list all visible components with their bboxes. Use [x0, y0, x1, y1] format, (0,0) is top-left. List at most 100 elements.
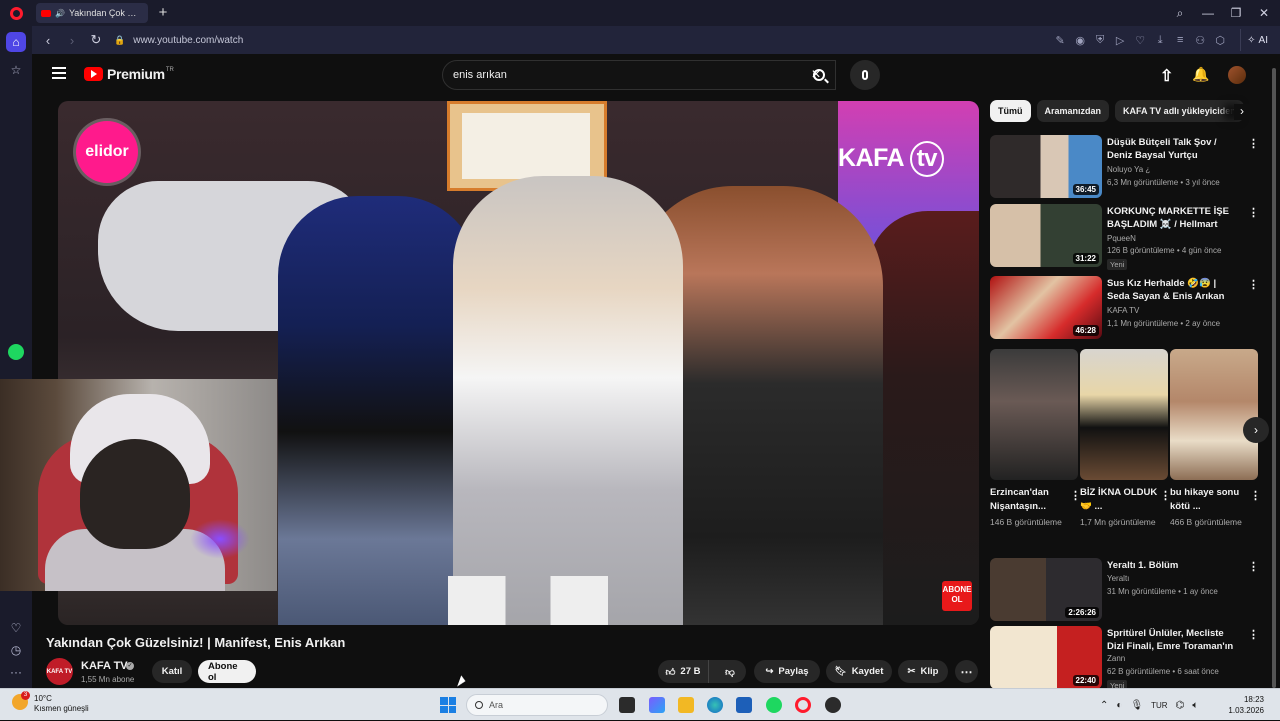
maximize-button[interactable]: ❐: [1224, 6, 1248, 20]
save-button[interactable]: 🔖︎ Kaydet: [826, 660, 892, 683]
recommendation-item[interactable]: 46:28 Sus Kız Herhalde 🤣😰 | Seda Sayan &…: [990, 276, 1259, 340]
language-indicator[interactable]: TUR: [1151, 701, 1167, 710]
store-icon[interactable]: [736, 697, 752, 713]
short-thumbnail[interactable]: [990, 349, 1078, 480]
home-icon[interactable]: ⌂: [6, 32, 26, 52]
mic-tray-icon[interactable]: 🎙︎: [1130, 700, 1143, 711]
lock-icon[interactable]: 🔒: [114, 35, 125, 46]
video-title[interactable]: Spritürel Ünlüler, Mecliste Dizi Finali,…: [1107, 627, 1237, 653]
weather-widget[interactable]: 3 10°C Kısmen güneşli: [12, 691, 89, 714]
video-title[interactable]: Düşük Bütçeli Talk Şov / Deniz Baysal Yu…: [1107, 136, 1237, 162]
recommendation-item[interactable]: 31:22 KORKUNÇ MARKETTE İŞE BAŞLADIM ☠️ /…: [990, 204, 1259, 270]
profile-icon[interactable]: ⚇: [1190, 34, 1210, 47]
short-title[interactable]: bu hikaye sonu kötü ...: [1170, 486, 1248, 514]
minimize-button[interactable]: —: [1196, 6, 1220, 20]
browser-tab[interactable]: 🔊 Yakından Çok Güzelsiniz!: [36, 3, 148, 23]
channel-name[interactable]: KAFA TV: [81, 660, 128, 672]
new-tab-button[interactable]: +: [154, 4, 172, 22]
copilot-icon[interactable]: [649, 697, 665, 713]
volume-icon[interactable]: 🔈︎: [1192, 700, 1198, 711]
more-options-icon[interactable]: ⋮: [1248, 206, 1259, 219]
search-input[interactable]: [453, 69, 807, 81]
video-title[interactable]: KORKUNÇ MARKETTE İŞE BAŞLADIM ☠️ / Hellm…: [1107, 205, 1237, 231]
short-item[interactable]: BİZ İKNA OLDUK🤝 ... 1,7 Mn görüntüleme ⋮: [1080, 349, 1171, 528]
windows-start-icon[interactable]: [440, 697, 456, 713]
video-title[interactable]: Yeraltı 1. Bölüm: [1107, 559, 1237, 572]
more-options-icon[interactable]: ⋮: [1248, 628, 1258, 641]
channel-name[interactable]: PqueeN: [1107, 234, 1136, 243]
more-options-icon[interactable]: ⋮: [1248, 560, 1259, 573]
chevron-up-icon[interactable]: ⌃: [1100, 700, 1108, 711]
upload-icon[interactable]: ⇧: [1160, 66, 1173, 86]
recommendation-item[interactable]: 22:40 Spritürel Ünlüler, Mecliste Dizi F…: [990, 626, 1258, 688]
video-thumbnail[interactable]: 31:22: [990, 204, 1102, 267]
shorts-next-button[interactable]: ›: [1243, 417, 1269, 443]
app-taskbar-icon[interactable]: [825, 697, 841, 713]
speaker-icon[interactable]: 🔊: [55, 9, 65, 18]
channel-name[interactable]: Noluyo Ya ¿: [1107, 165, 1150, 174]
camera-icon[interactable]: ◉: [1070, 34, 1090, 47]
chip-all[interactable]: Tümü: [990, 100, 1031, 122]
channel-avatar[interactable]: KAFA TV: [46, 658, 73, 685]
channel-name[interactable]: Zann: [1107, 654, 1125, 663]
video-thumbnail[interactable]: 46:28: [990, 276, 1102, 339]
easy-setup-icon[interactable]: ≡: [1170, 34, 1190, 46]
task-view-icon[interactable]: [619, 697, 635, 713]
wifi-icon[interactable]: ⌬: [1176, 700, 1185, 711]
more-options-icon[interactable]: ⋮: [1248, 137, 1259, 150]
video-title[interactable]: Sus Kız Herhalde 🤣😰 | Seda Sayan & Enis …: [1107, 277, 1237, 303]
clip-button[interactable]: ✂ Klip: [898, 660, 948, 683]
spotify-icon[interactable]: [6, 342, 26, 362]
edit-icon[interactable]: ✎: [1050, 34, 1070, 47]
back-icon[interactable]: ‹: [38, 33, 58, 48]
video-thumbnail[interactable]: 2:26:26: [990, 558, 1102, 621]
more-icon[interactable]: ···: [6, 662, 26, 682]
opera-menu-icon[interactable]: [0, 0, 32, 26]
join-button[interactable]: Katıl: [152, 660, 192, 683]
download-icon[interactable]: ⤓: [1150, 34, 1170, 47]
scrollbar-thumb[interactable]: [1272, 68, 1276, 688]
chip-from-uploader[interactable]: KAFA TV adlı yükleyiciden: [1115, 100, 1244, 122]
like-button[interactable]: 👍︎ 27 B: [658, 660, 709, 683]
url-field[interactable]: 🔒 www.youtube.com/watch: [114, 35, 1046, 46]
recommendation-item[interactable]: 2:26:26 Yeraltı 1. Bölüm Yeraltı 31 Mn g…: [990, 558, 1259, 622]
short-title[interactable]: BİZ İKNA OLDUK🤝 ...: [1080, 486, 1158, 514]
file-explorer-icon[interactable]: [678, 697, 694, 713]
forward-icon[interactable]: ›: [62, 33, 82, 48]
channel-name[interactable]: Yeraltı: [1107, 574, 1129, 583]
chip-from-search[interactable]: Aramanızdan: [1036, 100, 1110, 122]
short-thumbnail[interactable]: [1080, 349, 1168, 480]
more-options-icon[interactable]: ⋮: [1250, 489, 1261, 502]
taskbar-search[interactable]: Ara: [466, 694, 608, 716]
short-thumbnail[interactable]: [1170, 349, 1258, 480]
spotify-taskbar-icon[interactable]: [766, 697, 782, 713]
account-avatar[interactable]: [1228, 66, 1246, 84]
heart-icon[interactable]: ♡: [1130, 34, 1150, 47]
page-scrollbar[interactable]: [1270, 58, 1278, 688]
more-actions-button[interactable]: ⋯: [955, 660, 978, 683]
subscribe-button[interactable]: Abone ol: [198, 660, 256, 683]
system-clock[interactable]: 18:23 1.03.2026: [1220, 694, 1264, 716]
close-window-button[interactable]: ✕: [1252, 6, 1276, 20]
dislike-button[interactable]: 👎︎: [714, 666, 746, 678]
recommendation-item[interactable]: 36:45 Düşük Bütçeli Talk Şov / Deniz Bay…: [990, 135, 1259, 199]
voice-search-button[interactable]: [850, 60, 880, 90]
heart-icon[interactable]: ♡: [6, 618, 26, 638]
more-options-icon[interactable]: ⋮: [1248, 278, 1259, 291]
network-icon[interactable]: ◐: [1116, 700, 1122, 711]
edge-icon[interactable]: [707, 697, 723, 713]
video-thumbnail[interactable]: 22:40: [990, 626, 1102, 688]
video-thumbnail[interactable]: 36:45: [990, 135, 1102, 198]
channel-name[interactable]: KAFA TV: [1107, 306, 1139, 315]
chevron-right-icon[interactable]: ›: [1234, 104, 1250, 120]
history-icon[interactable]: ◷: [6, 640, 26, 660]
notification-bell-icon[interactable]: 🔔: [1192, 66, 1209, 83]
play-icon[interactable]: ▷: [1110, 34, 1130, 47]
extensions-icon[interactable]: ⬡: [1210, 34, 1230, 47]
opera-taskbar-icon[interactable]: [795, 697, 811, 713]
tab-search-icon[interactable]: ⌕: [1168, 6, 1192, 21]
short-item[interactable]: bu hikaye sonu kötü ... 466 B görüntülem…: [1170, 349, 1261, 528]
star-icon[interactable]: ☆: [6, 60, 26, 80]
shield-icon[interactable]: ⛨: [1090, 34, 1110, 47]
search-button[interactable]: [802, 60, 836, 90]
